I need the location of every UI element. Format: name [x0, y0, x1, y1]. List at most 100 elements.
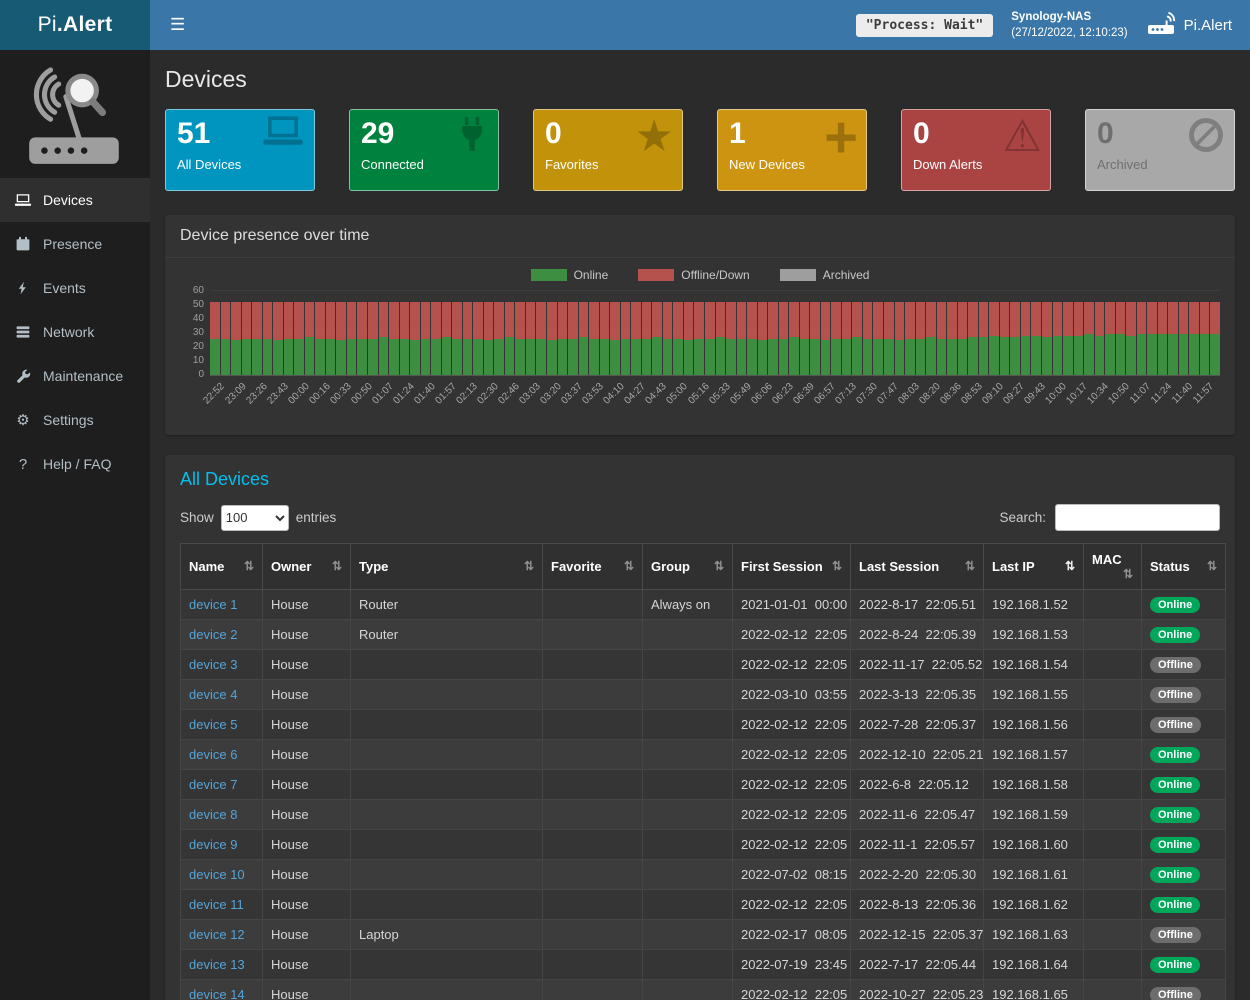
- cell-last_ip: 192.168.1.53: [984, 620, 1084, 650]
- cell-favorite: [543, 980, 643, 1000]
- summary-cards: 51All Devices 29Connected 0Favorites★ 1New …: [165, 109, 1235, 191]
- app-badge[interactable]: Pi.Alert: [1146, 11, 1236, 40]
- menu-icon[interactable]: ☰: [164, 11, 191, 39]
- chart-bar: [421, 302, 431, 375]
- cell-first_session: 2022-02-17 08:05: [733, 920, 851, 950]
- cell-group: [643, 800, 733, 830]
- chart-bar: [326, 302, 336, 375]
- table-row: device 10House2022-07-02 08:152022-2-20 …: [181, 860, 1226, 890]
- cell-last_session: 2022-8-24 22:05.39: [851, 620, 984, 650]
- cell-last_ip: 192.168.1.65: [984, 980, 1084, 1000]
- column-header-first_session[interactable]: First Session⇅: [733, 544, 851, 590]
- cell-type: Router: [351, 620, 543, 650]
- sort-icon: ⇅: [624, 559, 634, 573]
- sidebar-item-settings[interactable]: ⚙Settings: [0, 398, 150, 442]
- chart-bar: [873, 302, 883, 375]
- warning-icon: ⚠: [1003, 115, 1042, 159]
- chart-bar: [526, 302, 536, 375]
- summary-card-new-devices[interactable]: 1New Devices+: [717, 109, 867, 191]
- x-tick-label: 11:57: [1199, 379, 1220, 425]
- device-link[interactable]: device 12: [189, 927, 245, 942]
- x-axis: 22:5223:0923:2623:4300:0000:1600:3300:50…: [210, 379, 1220, 425]
- cell-name: device 14: [181, 980, 263, 1000]
- device-link[interactable]: device 8: [189, 807, 237, 822]
- device-link[interactable]: device 1: [189, 597, 237, 612]
- sidebar-item-presence[interactable]: Presence: [0, 222, 150, 266]
- cell-group: [643, 620, 733, 650]
- summary-card-favorites[interactable]: 0Favorites★: [533, 109, 683, 191]
- laptop-icon: [14, 193, 32, 208]
- y-tick-label: 50: [193, 299, 204, 310]
- chart-bar: [242, 302, 252, 375]
- sidebar-item-label: Network: [43, 324, 94, 340]
- chart-bar: [958, 302, 968, 375]
- column-label: Favorite: [551, 559, 602, 574]
- summary-card-down-alerts[interactable]: 0Down Alerts⚠: [901, 109, 1051, 191]
- chart-bar: [1126, 302, 1136, 375]
- sidebar-item-network[interactable]: Network: [0, 310, 150, 354]
- device-link[interactable]: device 5: [189, 717, 237, 732]
- cell-favorite: [543, 800, 643, 830]
- column-header-group[interactable]: Group⇅: [643, 544, 733, 590]
- column-header-status[interactable]: Status⇅: [1142, 544, 1226, 590]
- device-link[interactable]: device 13: [189, 957, 245, 972]
- legend-item-online: Online: [531, 268, 609, 282]
- column-header-favorite[interactable]: Favorite ⇅: [543, 544, 643, 590]
- cell-group: [643, 710, 733, 740]
- chart-bar: [673, 302, 683, 375]
- cell-first_session: 2022-02-12 22:05: [733, 770, 851, 800]
- cell-last_ip: 192.168.1.57: [984, 740, 1084, 770]
- cell-name: device 3: [181, 650, 263, 680]
- cell-mac: [1084, 950, 1142, 980]
- chart-bar: [294, 302, 304, 375]
- device-link[interactable]: device 9: [189, 837, 237, 852]
- chart-bar: [410, 302, 420, 375]
- y-tick-label: 0: [198, 369, 204, 380]
- column-header-mac[interactable]: MAC⇅: [1084, 544, 1142, 590]
- status-badge: Online: [1150, 837, 1200, 853]
- cell-owner: House: [263, 830, 351, 860]
- sidebar-item-devices[interactable]: Devices: [0, 178, 150, 222]
- device-link[interactable]: device 10: [189, 867, 245, 882]
- sidebar-item-maintenance[interactable]: Maintenance: [0, 354, 150, 398]
- device-link[interactable]: device 7: [189, 777, 237, 792]
- cell-name: device 10: [181, 860, 263, 890]
- cell-owner: House: [263, 680, 351, 710]
- summary-card-connected[interactable]: 29Connected: [349, 109, 499, 191]
- summary-card-archived[interactable]: 0Archived: [1085, 109, 1235, 191]
- status-badge: Online: [1150, 957, 1200, 973]
- chart-bar: [273, 302, 283, 375]
- device-link[interactable]: device 14: [189, 987, 245, 1000]
- chart-bar: [779, 302, 789, 375]
- cell-last_ip: 192.168.1.59: [984, 800, 1084, 830]
- gear-icon: ⚙: [14, 411, 32, 429]
- column-header-last_ip[interactable]: Last IP⇅: [984, 544, 1084, 590]
- search-input[interactable]: [1055, 504, 1220, 531]
- chart-bar: [1042, 302, 1052, 375]
- device-link[interactable]: device 3: [189, 657, 237, 672]
- column-header-owner[interactable]: Owner⇅: [263, 544, 351, 590]
- chart-bar: [1000, 302, 1010, 375]
- chart-bar: [831, 302, 841, 375]
- column-header-last_session[interactable]: Last Session⇅: [851, 544, 984, 590]
- chart-bar: [716, 302, 726, 375]
- chart-bar: [884, 302, 894, 375]
- summary-card-all-devices[interactable]: 51All Devices: [165, 109, 315, 191]
- sidebar-item-events[interactable]: Events: [0, 266, 150, 310]
- device-link[interactable]: device 11: [189, 897, 244, 912]
- device-link[interactable]: device 4: [189, 687, 237, 702]
- sidebar-item-help-faq[interactable]: ?Help / FAQ: [0, 442, 150, 486]
- device-link[interactable]: device 6: [189, 747, 237, 762]
- column-header-type[interactable]: Type⇅: [351, 544, 543, 590]
- device-link[interactable]: device 2: [189, 627, 237, 642]
- chart-bar: [473, 302, 483, 375]
- nas-timestamp: (27/12/2022, 12:10:23): [1011, 25, 1127, 41]
- brand-logo[interactable]: Pi.Alert: [0, 0, 150, 50]
- cell-last_session: 2022-8-17 22:05.51: [851, 590, 984, 620]
- column-header-name[interactable]: Name⇅: [181, 544, 263, 590]
- plug-icon: [454, 115, 490, 158]
- entries-select[interactable]: 100: [221, 505, 289, 531]
- cell-name: device 12: [181, 920, 263, 950]
- top-header: Pi.Alert ☰ "Process: Wait" Synology-NAS …: [0, 0, 1250, 50]
- cell-owner: House: [263, 890, 351, 920]
